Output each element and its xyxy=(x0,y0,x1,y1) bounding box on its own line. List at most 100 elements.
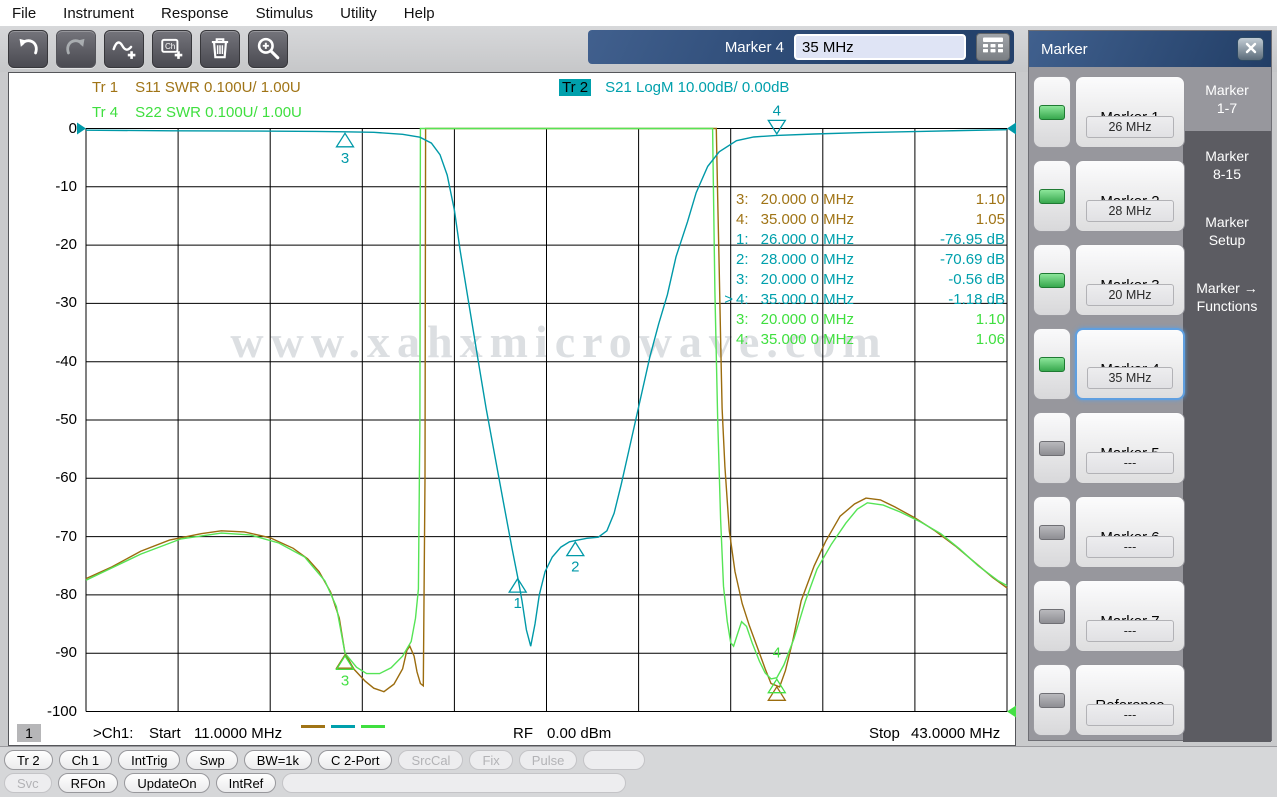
menu-utility[interactable]: Utility xyxy=(340,5,377,22)
marker-2-toggle[interactable] xyxy=(1033,160,1071,232)
menu-response[interactable]: Response xyxy=(161,5,229,22)
y-axis-tick: -50 xyxy=(55,411,77,428)
marker-readout-row: 4: 35.000 0 MHz 1.05 xyxy=(736,210,1005,228)
redo-icon xyxy=(63,35,89,64)
status-svc[interactable]: Svc xyxy=(4,773,52,793)
marker-readout-row: 1: 26.000 0 MHz -76.95 dB xyxy=(736,230,1005,248)
y-axis-tick: -60 xyxy=(55,469,77,487)
marker-6-value: --- xyxy=(1086,536,1174,558)
status-empty-slot[interactable] xyxy=(583,750,646,770)
trace-meas-tr4: S22 SWR 0.100U/ 1.00U xyxy=(135,104,302,121)
menu-file[interactable]: File xyxy=(12,5,36,22)
add-trace-button[interactable] xyxy=(104,30,144,68)
status-ch-1[interactable]: Ch 1 xyxy=(58,750,113,770)
marker-7-value: --- xyxy=(1086,620,1174,642)
close-button[interactable] xyxy=(1237,37,1264,61)
delete-icon xyxy=(207,35,233,64)
y-axis-tick: -90 xyxy=(55,644,77,662)
status-inttrig[interactable]: IntTrig xyxy=(118,750,181,770)
marker-3-led xyxy=(1039,272,1065,288)
status-intref[interactable]: IntRef xyxy=(215,773,277,793)
keypad-button[interactable] xyxy=(976,33,1010,61)
status-row-1: Tr 2 Ch 1 IntTrig Swp BW=1k C 2-Port SrcCal Fix… xyxy=(4,750,646,770)
status-fix[interactable]: Fix xyxy=(469,750,513,770)
menu-help[interactable]: Help xyxy=(404,5,435,22)
rf-label: RF xyxy=(513,725,533,742)
marker-frequency-value: 35 MHz xyxy=(802,38,854,56)
marker-6-button[interactable]: Marker 6--- xyxy=(1075,496,1185,568)
marker-triangle-4[interactable] xyxy=(767,119,787,136)
status-tr-2[interactable]: Tr 2 xyxy=(4,750,53,770)
undo-button[interactable] xyxy=(8,30,48,68)
marker-1-toggle[interactable] xyxy=(1033,76,1071,148)
status-pulse[interactable]: Pulse xyxy=(518,750,578,770)
marker-panel-titlebar: Marker xyxy=(1029,31,1271,67)
y-axis-tick: -40 xyxy=(55,352,77,370)
marker-7-button[interactable]: Marker 7--- xyxy=(1075,580,1185,652)
marker-2-button[interactable]: Marker 228 MHz xyxy=(1075,160,1185,232)
channel-label: >Ch1: xyxy=(93,725,134,742)
status-swp[interactable]: Swp xyxy=(186,750,238,770)
reference-led xyxy=(1039,692,1065,708)
trace-meas-tr1: S11 SWR 0.100U/ 1.00U xyxy=(135,79,301,96)
marker-2-value: 28 MHz xyxy=(1086,200,1174,222)
y-axis-tick: -80 xyxy=(55,585,77,603)
zoom-in-button[interactable] xyxy=(248,30,288,68)
reference-button[interactable]: Reference--- xyxy=(1075,664,1185,736)
reference-toggle[interactable] xyxy=(1033,664,1071,736)
marker-triangle-2[interactable] xyxy=(565,540,585,557)
trace-legend-tr2[interactable]: Tr 2 S21 LogM 10.00dB/ 0.00dB xyxy=(559,79,789,96)
toolbar-buttons: Ch xyxy=(8,30,288,68)
reference-level-arrow xyxy=(1007,705,1016,718)
tab-marker-1-7[interactable]: Marker 1-7 xyxy=(1183,67,1271,131)
close-icon xyxy=(1245,42,1257,57)
marker-3-toggle[interactable] xyxy=(1033,244,1071,316)
tab-marker-functions[interactable]: Marker → Functions xyxy=(1183,265,1271,329)
menu-instrument[interactable]: Instrument xyxy=(63,5,134,22)
status-c-2-port[interactable]: C 2-Port xyxy=(318,750,393,770)
status-bw-1k[interactable]: BW=1k xyxy=(243,750,313,770)
chart-plot: 3 1 2 4 3 4 xyxy=(77,102,1016,718)
tab-marker-8-15[interactable]: Marker 8-15 xyxy=(1183,133,1271,197)
chart-footer: 1 >Ch1: Start 11.0000 MHz RF 0.00 dBm St… xyxy=(9,723,1015,745)
marker-2-led xyxy=(1039,188,1065,204)
marker-4-row: Marker 435 MHz xyxy=(1033,328,1185,400)
marker-7-led xyxy=(1039,608,1065,624)
y-axis-tick: -10 xyxy=(55,177,77,195)
marker-7-toggle[interactable] xyxy=(1033,580,1071,652)
marker-1-value: 26 MHz xyxy=(1086,116,1174,138)
marker-entry-label: Marker 4 xyxy=(724,38,784,56)
menu-stimulus[interactable]: Stimulus xyxy=(256,5,314,22)
delete-button[interactable] xyxy=(200,30,240,68)
marker-6-toggle[interactable] xyxy=(1033,496,1071,568)
marker-3-row: Marker 320 MHz xyxy=(1033,244,1185,316)
marker-frequency-input[interactable]: 35 MHz xyxy=(794,34,966,60)
status-empty-slot[interactable] xyxy=(282,773,627,793)
marker-3-button[interactable]: Marker 320 MHz xyxy=(1075,244,1185,316)
marker-label-3: 3 xyxy=(341,672,349,689)
marker-readout-row: 4: 35.000 0 MHz 1.06 xyxy=(736,330,1005,348)
marker-4-toggle[interactable] xyxy=(1033,328,1071,400)
status-updateon[interactable]: UpdateOn xyxy=(124,773,210,793)
reference-level-arrow xyxy=(1007,122,1016,135)
marker-5-toggle[interactable] xyxy=(1033,412,1071,484)
redo-button[interactable] xyxy=(56,30,96,68)
marker-panel-tabs: Marker 1-7 Marker 8-15 Marker Setup Marker … xyxy=(1183,67,1271,742)
status-srccal[interactable]: SrcCal xyxy=(398,750,464,770)
y-axis-tick: -100 xyxy=(46,702,77,720)
marker-1-button[interactable]: Marker 126 MHz xyxy=(1075,76,1185,148)
trace-legend-tr4[interactable]: Tr 4 S22 SWR 0.100U/ 1.00U xyxy=(89,104,302,121)
marker-readout-row: 3: 20.000 0 MHz 1.10 xyxy=(736,190,1005,208)
marker-4-button[interactable]: Marker 435 MHz xyxy=(1075,328,1185,400)
marker-readout-row: 3: 20.000 0 MHz -0.56 dB xyxy=(736,270,1005,288)
marker-5-button[interactable]: Marker 5--- xyxy=(1075,412,1185,484)
status-rfon[interactable]: RFOn xyxy=(57,773,119,793)
zoom-in-icon xyxy=(255,35,281,64)
trace-legend-tr1[interactable]: Tr 1 S11 SWR 0.100U/ 1.00U xyxy=(89,79,301,96)
add-channel-button[interactable]: Ch xyxy=(152,30,192,68)
marker-triangle-3[interactable] xyxy=(335,132,355,148)
start-label: Start xyxy=(149,725,181,742)
marker-readout: 3: 20.000 0 MHz 1.10 4: 35.000 0 MHz 1.05 1: 26… xyxy=(721,189,1005,349)
tab-marker-setup[interactable]: Marker Setup xyxy=(1183,199,1271,263)
marker-1-row: Marker 126 MHz xyxy=(1033,76,1185,148)
